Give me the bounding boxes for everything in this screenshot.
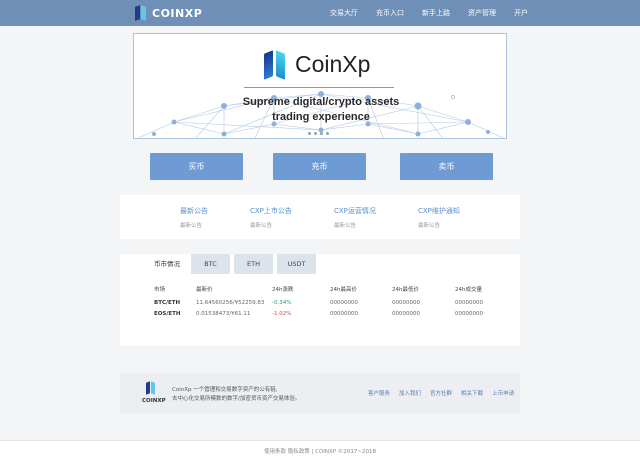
- carousel-dot[interactable]: [314, 132, 317, 135]
- nav-deposit[interactable]: 充币入口: [376, 8, 404, 18]
- price-change: -1.02%: [272, 311, 292, 317]
- announcement-subtitle: 最新公告: [334, 223, 357, 229]
- footer-links: 客户服务 加入我们 官方社群 相关下载 上币申请: [368, 389, 523, 397]
- sell-button[interactable]: 卖币: [400, 153, 493, 180]
- logo-text: COINXP: [152, 6, 203, 20]
- footer-link-listing-application[interactable]: 上币申请: [492, 389, 514, 397]
- carousel-dot[interactable]: [326, 132, 329, 135]
- column-header: 市场: [154, 287, 166, 293]
- tab-eth[interactable]: ETH: [234, 254, 273, 274]
- coinxp-logo-icon: [135, 5, 147, 21]
- copyright-text: 使用条款 隐私政策 | COINXP ©2017~2018: [264, 448, 376, 455]
- low-price: 00000000: [392, 311, 420, 317]
- latest-price: 0.01538473/¥61.11: [196, 311, 251, 317]
- volume: 00000000: [455, 300, 483, 306]
- carousel-dots: [308, 132, 332, 135]
- carousel-dot[interactable]: [308, 132, 311, 135]
- footer-brand: COINXP: [142, 398, 166, 404]
- column-header: 24h最低价: [392, 287, 419, 293]
- announcement-title[interactable]: CXP维护通知: [418, 206, 460, 216]
- price-change: -0.34%: [272, 300, 292, 306]
- footer-link-community[interactable]: 官方社群: [430, 389, 452, 397]
- tab-btc[interactable]: BTC: [191, 254, 230, 274]
- carousel-dot[interactable]: [320, 132, 323, 135]
- banner-brand-name: CoinXp: [295, 51, 371, 77]
- banner-divider: [244, 87, 394, 88]
- announcement-title[interactable]: 最新公告: [180, 206, 208, 216]
- market-tabs: 币市情况 BTC ETH USDT: [147, 254, 320, 274]
- high-price: 00000000: [330, 300, 358, 306]
- nav-open-account[interactable]: 开户: [514, 8, 528, 18]
- footer-description-line2: 去中心化交易所模数的数字/加密货币资产交易体验。: [172, 396, 301, 402]
- coinxp-footer-icon: [146, 381, 156, 395]
- announcement-subtitle: 最新公告: [180, 223, 203, 229]
- deposit-button[interactable]: 充币: [273, 153, 366, 180]
- announcement-subtitle: 最新公告: [250, 223, 273, 229]
- main-nav: 交易大厅 充币入口 新手上路 资产管理 开户: [330, 8, 546, 18]
- high-price: 00000000: [330, 311, 358, 317]
- banner-slogan-line2: trading experience: [272, 111, 370, 123]
- column-header: 24h涨跌: [272, 287, 294, 293]
- announcement-panel: 最新公告 最新公告 CXP上市公告 最新公告 CXP运营情况 最新公告 CXP维…: [120, 195, 520, 239]
- market-symbol[interactable]: BTC/ETH: [154, 300, 180, 306]
- footer-info: COINXP CoinXp 一个管理和交易数字资产的公有链, 去中心化交易所模数…: [120, 373, 520, 413]
- announcement-item[interactable]: CXP维护通知 最新公告: [418, 206, 460, 229]
- column-header: 最新价: [196, 287, 213, 293]
- announcement-subtitle: 最新公告: [418, 223, 441, 229]
- banner-brand: CoinXp: [264, 49, 371, 80]
- latest-price: 11.64560256/¥52259.83: [196, 300, 265, 306]
- column-header: 24h最高价: [330, 287, 357, 293]
- tab-market-overview[interactable]: 币市情况: [147, 254, 187, 274]
- market-panel: 币市情况 BTC ETH USDT 市场 最新价 24h涨跌 24h最高价 24…: [120, 254, 520, 346]
- low-price: 00000000: [392, 300, 420, 306]
- tab-usdt[interactable]: USDT: [277, 254, 316, 274]
- footer-link-customer-service[interactable]: 客户服务: [368, 389, 390, 397]
- announcement-title[interactable]: CXP运营情况: [334, 206, 376, 216]
- header-logo[interactable]: COINXP: [135, 5, 203, 21]
- top-navbar: COINXP 交易大厅 充币入口 新手上路 资产管理 开户: [0, 0, 640, 26]
- hero-banner[interactable]: CoinXp Supreme digital/crypto assets tra…: [133, 33, 507, 139]
- announcement-item[interactable]: CXP运营情况 最新公告: [334, 206, 376, 229]
- announcement-item[interactable]: CXP上市公告 最新公告: [250, 206, 292, 229]
- footer-link-downloads[interactable]: 相关下载: [461, 389, 483, 397]
- announcement-item[interactable]: 最新公告 最新公告: [180, 206, 208, 229]
- nav-asset-management[interactable]: 资产管理: [468, 8, 496, 18]
- banner-slogan-line1: Supreme digital/crypto assets: [242, 96, 400, 108]
- market-symbol[interactable]: EOS/ETH: [154, 311, 181, 317]
- buy-button[interactable]: 买币: [150, 153, 243, 180]
- footer-link-join-us[interactable]: 加入我们: [399, 389, 421, 397]
- footer-description-line1: CoinXp 一个管理和交易数字资产的公有链,: [172, 387, 278, 393]
- copyright-bar: 使用条款 隐私政策 | COINXP ©2017~2018: [0, 440, 640, 460]
- nav-trading-hall[interactable]: 交易大厅: [330, 8, 358, 18]
- nav-beginner-guide[interactable]: 新手上路: [422, 8, 450, 18]
- announcement-title[interactable]: CXP上市公告: [250, 206, 292, 216]
- column-header: 24h成交量: [455, 287, 482, 293]
- volume: 00000000: [455, 311, 483, 317]
- coinxp-brand-icon: [264, 49, 286, 80]
